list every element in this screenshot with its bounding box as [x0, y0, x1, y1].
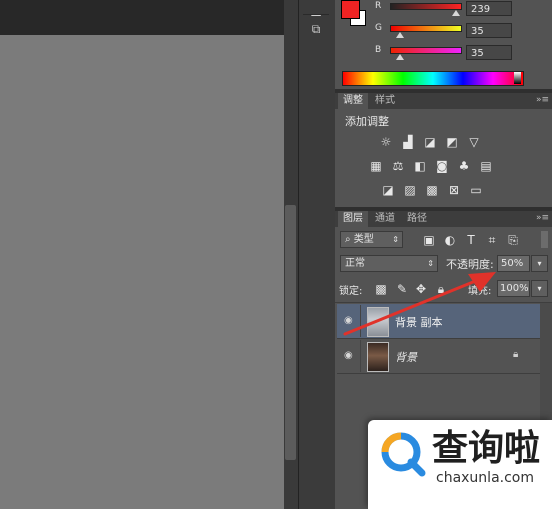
channel-value-input-g[interactable]: 35 — [466, 23, 512, 38]
black-white-ramp[interactable] — [514, 72, 521, 84]
threshold-icon[interactable]: ▩ — [425, 184, 439, 196]
black-white-icon[interactable]: ◧ — [413, 160, 427, 172]
watermark-name: 查询啦 — [432, 428, 541, 469]
selective-color-icon[interactable]: ⊠ — [447, 184, 461, 196]
foreground-color-swatch[interactable] — [341, 0, 360, 19]
layer-filter-label: 类型 — [353, 234, 374, 245]
photo-filter-icon[interactable]: ◙ — [435, 160, 449, 172]
channel-value-input-b[interactable]: 35 — [466, 45, 512, 60]
panel-menu-icon[interactable]: »≡ — [536, 214, 549, 223]
tab-adjustments[interactable]: 调整 — [338, 93, 368, 109]
tab-layers[interactable]: 图层 — [338, 211, 368, 227]
lock-icon: 🔒︎ — [513, 349, 519, 360]
type-filter-icon[interactable]: T — [464, 234, 478, 246]
tab-paths[interactable]: 路径 — [402, 211, 432, 227]
invert-icon[interactable]: ◪ — [381, 184, 395, 196]
adjustments-title: 添加调整 — [345, 115, 389, 128]
channel-label-g: G — [375, 23, 382, 33]
channel-slider-g[interactable] — [390, 25, 462, 32]
channel-value-input-r[interactable]: 239 — [466, 1, 512, 16]
adjustments-tab-row: 调整 样式 »≡ — [335, 93, 552, 109]
adjustment-filter-icon[interactable]: ◐ — [443, 234, 457, 246]
watermark-url: chaxunla.com — [436, 470, 534, 486]
channel-mixer-icon[interactable]: ♣ — [457, 160, 471, 172]
vibrance-icon[interactable]: ▽ — [467, 136, 481, 148]
channel-label-r: R — [375, 1, 382, 11]
chevron-updown-icon: ⇕ — [392, 235, 399, 244]
scrollbar-thumb[interactable] — [285, 205, 296, 460]
panel-menu-icon[interactable]: »≡ — [536, 96, 549, 105]
posterize-icon[interactable]: ▨ — [403, 184, 417, 196]
channel-slider-b[interactable] — [390, 47, 462, 54]
info-icon[interactable]: ⧉ — [306, 20, 326, 38]
tab-channels[interactable]: 通道 — [370, 211, 400, 227]
exposure-icon[interactable]: ◩ — [445, 136, 459, 148]
document-canvas[interactable] — [0, 35, 284, 509]
gradient-map-icon[interactable]: ▭ — [469, 184, 483, 196]
histogram-icon[interactable]: ▁ — [306, 0, 326, 18]
layer-filter-select[interactable]: ⌕ 类型 ⇕ — [340, 231, 403, 248]
channel-label-b: B — [375, 45, 382, 55]
search-icon: ⌕ — [345, 234, 354, 245]
layers-tab-row: 图层 通道 路径 »≡ — [335, 211, 552, 227]
smart-object-filter-icon[interactable]: ⎘ — [506, 234, 520, 246]
color-spectrum-bar[interactable] — [342, 71, 524, 86]
shape-filter-icon[interactable]: ⌗ — [485, 234, 499, 246]
annotation-arrow — [343, 272, 496, 336]
curves-icon[interactable]: ◪ — [423, 136, 437, 148]
layer-name[interactable]: 背景 — [395, 349, 417, 365]
row-divider — [360, 340, 361, 372]
fill-dropdown-button[interactable]: ▾ — [531, 280, 548, 297]
brightness-icon[interactable]: ☼ — [379, 136, 393, 148]
levels-icon[interactable]: ▟ — [401, 136, 415, 148]
layer-row-background[interactable]: ◉ 背景 🔒︎ — [337, 339, 540, 374]
channel-slider-thumb[interactable] — [395, 32, 404, 38]
panel-dock — [298, 0, 336, 509]
dock-divider — [303, 14, 329, 15]
color-balance-icon[interactable]: ⚖ — [391, 160, 405, 172]
channel-slider-r[interactable] — [390, 3, 462, 10]
channel-slider-thumb[interactable] — [395, 54, 404, 60]
hue-saturation-icon[interactable]: ▦ — [369, 160, 383, 172]
color-lookup-icon[interactable]: ▤ — [479, 160, 493, 172]
pixel-filter-icon[interactable]: ▣ — [422, 234, 436, 246]
opacity-dropdown-button[interactable]: ▾ — [531, 255, 548, 272]
watermark-logo-icon — [381, 432, 426, 477]
tab-styles[interactable]: 样式 — [370, 93, 400, 109]
filter-toggle[interactable] — [541, 231, 548, 248]
channel-slider-thumb[interactable] — [451, 10, 460, 16]
eye-icon[interactable]: ◉ — [344, 351, 356, 361]
layer-thumbnail — [367, 342, 389, 372]
